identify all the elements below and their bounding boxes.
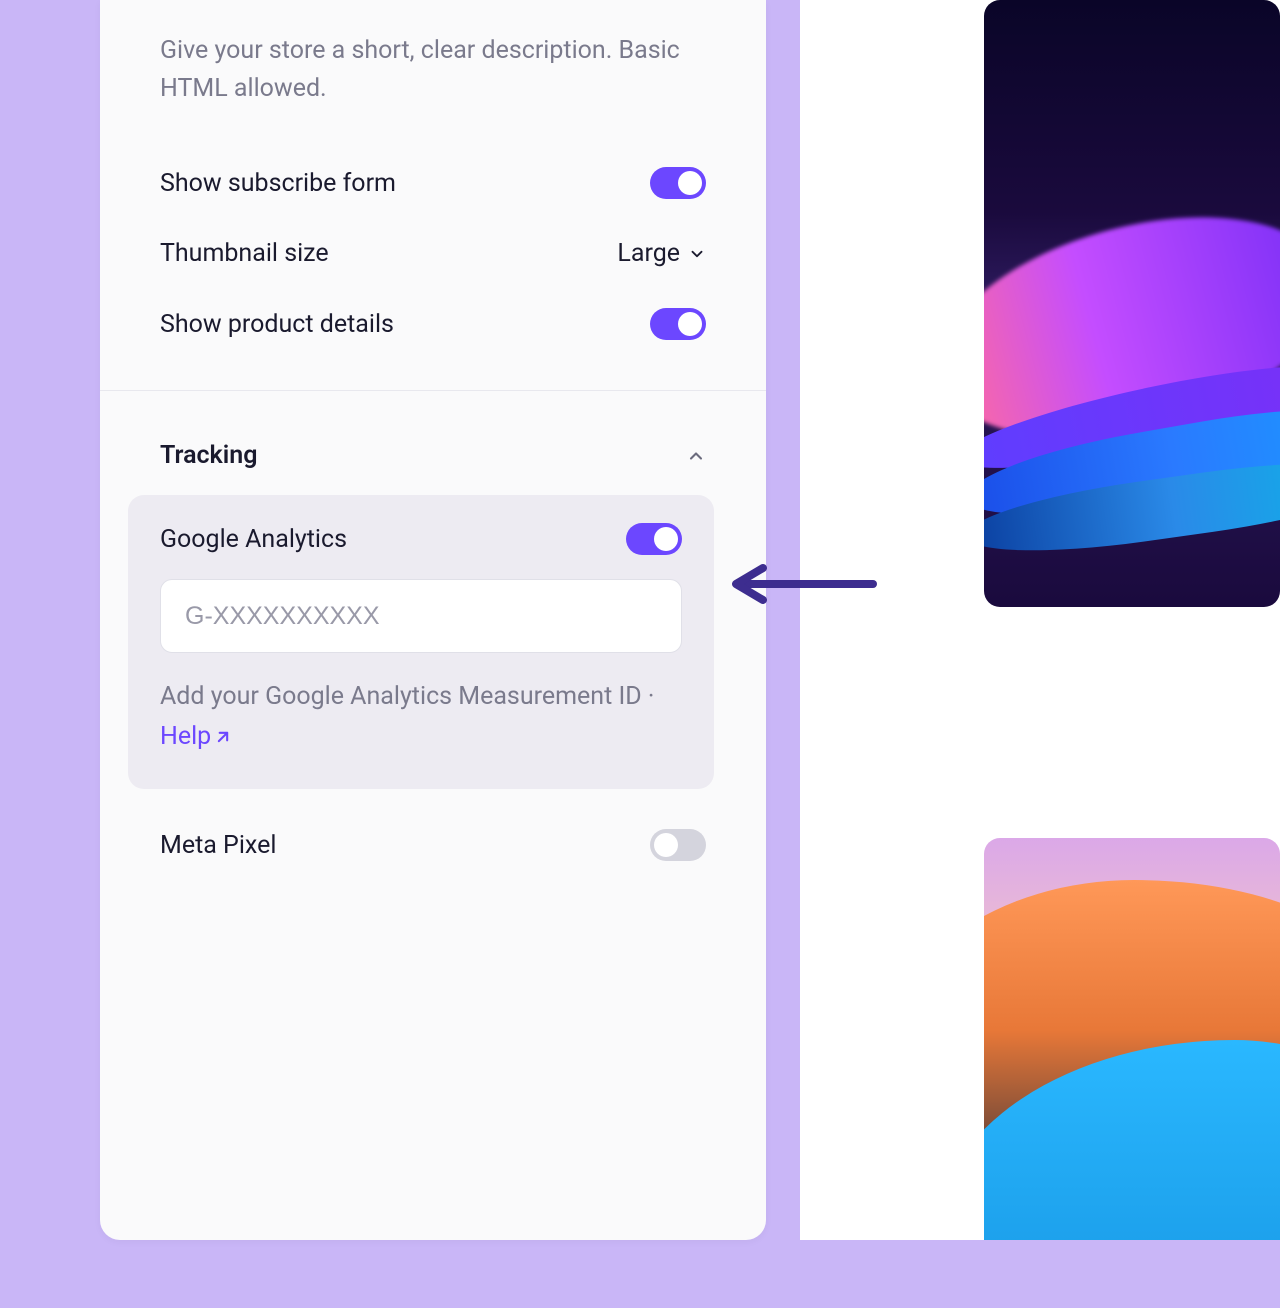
section-divider <box>100 390 766 391</box>
show-subscribe-toggle[interactable] <box>650 167 706 199</box>
google-analytics-help-link[interactable]: Help <box>160 722 233 751</box>
toggle-handle <box>654 527 678 551</box>
google-analytics-header: Google Analytics <box>160 523 682 555</box>
preview-area: F <box>800 0 1280 1240</box>
arrow-annotation-icon <box>728 562 878 606</box>
show-subscribe-label: Show subscribe form <box>160 169 396 198</box>
google-analytics-toggle[interactable] <box>626 523 682 555</box>
thumbnail-size-value: Large <box>617 239 680 268</box>
external-link-icon <box>213 727 233 747</box>
toggle-handle <box>654 833 678 857</box>
toggle-handle <box>678 171 702 195</box>
thumbnail-size-dropdown[interactable]: Large <box>617 239 706 268</box>
show-product-details-row: Show product details <box>160 288 706 360</box>
meta-pixel-label: Meta Pixel <box>160 831 276 860</box>
google-analytics-input[interactable] <box>160 579 682 653</box>
toggle-handle <box>678 312 702 336</box>
google-analytics-card: Google Analytics Add your Google Analyti… <box>128 495 714 789</box>
settings-panel: Give your store a short, clear descripti… <box>100 0 766 1240</box>
description-help-text: Give your store a short, clear descripti… <box>160 32 706 107</box>
meta-pixel-toggle[interactable] <box>650 829 706 861</box>
show-subscribe-row: Show subscribe form <box>160 147 706 219</box>
preview-thumbnail-2 <box>984 838 1280 1240</box>
google-analytics-label: Google Analytics <box>160 525 347 554</box>
thumbnail-size-label: Thumbnail size <box>160 239 329 268</box>
show-product-details-label: Show product details <box>160 310 394 339</box>
meta-pixel-row: Meta Pixel <box>160 809 706 881</box>
chevron-up-icon <box>686 446 706 466</box>
thumbnail-size-row: Thumbnail size Large <box>160 219 706 288</box>
tracking-section-title: Tracking <box>160 441 257 470</box>
tracking-section-header[interactable]: Tracking <box>160 431 706 495</box>
ga-help-text-content: Add your Google Analytics Measurement ID… <box>160 682 654 711</box>
chevron-down-icon <box>688 245 706 263</box>
google-analytics-help-text: Add your Google Analytics Measurement ID… <box>160 677 682 757</box>
preview-thumbnail-1 <box>984 0 1280 607</box>
show-product-details-toggle[interactable] <box>650 308 706 340</box>
